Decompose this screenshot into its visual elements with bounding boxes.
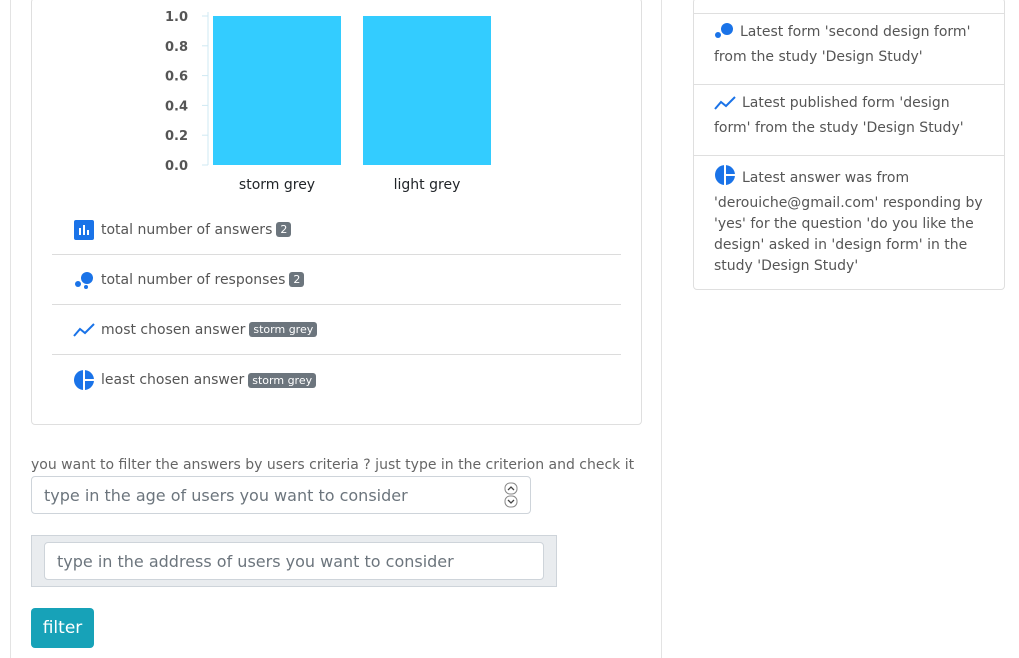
bar-chart-icon — [73, 219, 95, 241]
activity-panel: Latest form 'second design form' from th… — [693, 0, 1005, 290]
trend-line-icon — [73, 319, 95, 341]
stat-total-responses: total number of responses 2 — [52, 255, 621, 305]
pie-chart-icon — [73, 369, 95, 391]
activity-item-latest-answer: Latest answer was from 'derouiche@gmail.… — [694, 155, 1004, 277]
stats-list: total number of answers 2 total number o… — [52, 205, 621, 405]
y-tick-label: 0.0 — [165, 159, 188, 174]
address-filter-group — [31, 535, 557, 587]
activity-text: Latest published form 'design form' from… — [714, 95, 964, 136]
stat-label: total number of answers — [101, 221, 273, 238]
activity-text: Latest answer was from 'derouiche@gmail.… — [714, 170, 983, 274]
x-category-label: light grey — [394, 177, 461, 193]
y-tick-label: 0.4 — [165, 99, 188, 114]
age-filter-input[interactable] — [31, 476, 531, 514]
bubbles-icon — [714, 22, 734, 47]
filter-instructions: you want to filter the answers by users … — [31, 457, 635, 473]
activity-item-latest-form: Latest form 'second design form' from th… — [694, 13, 1004, 84]
answer-badge: storm grey — [248, 372, 317, 388]
trend-line-icon — [714, 95, 736, 118]
activity-item-latest-published: Latest published form 'design form' from… — [694, 84, 1004, 155]
stat-label: most chosen answer — [101, 321, 246, 338]
bar-chart: 0.0 0.2 0.4 0.6 0.8 1.0 storm grey light grey — [165, 10, 491, 193]
filter-button[interactable]: filter — [31, 608, 94, 648]
y-tick-label: 0.8 — [165, 40, 188, 55]
stat-label: total number of responses — [101, 271, 286, 288]
bubbles-icon — [73, 269, 95, 291]
pie-chart-icon — [714, 164, 736, 193]
stat-least-chosen: least chosen answer storm grey — [52, 355, 621, 405]
x-category-label: storm grey — [239, 177, 315, 193]
count-badge: 2 — [289, 272, 305, 287]
answer-badge: storm grey — [249, 322, 318, 337]
address-filter-input[interactable] — [44, 542, 544, 580]
activity-text: Latest form 'second design form' from th… — [714, 24, 971, 65]
y-tick-label: 1.0 — [165, 10, 188, 25]
count-badge: 2 — [276, 222, 292, 237]
y-tick-label: 0.2 — [165, 129, 188, 144]
stat-total-answers: total number of answers 2 — [52, 205, 621, 255]
number-spinner-icon[interactable] — [504, 482, 518, 508]
y-tick-label: 0.6 — [165, 70, 188, 85]
stat-most-chosen: most chosen answer storm grey — [52, 305, 621, 355]
stat-label: least chosen answer — [101, 372, 245, 388]
bar — [213, 16, 341, 165]
bar — [363, 16, 491, 165]
